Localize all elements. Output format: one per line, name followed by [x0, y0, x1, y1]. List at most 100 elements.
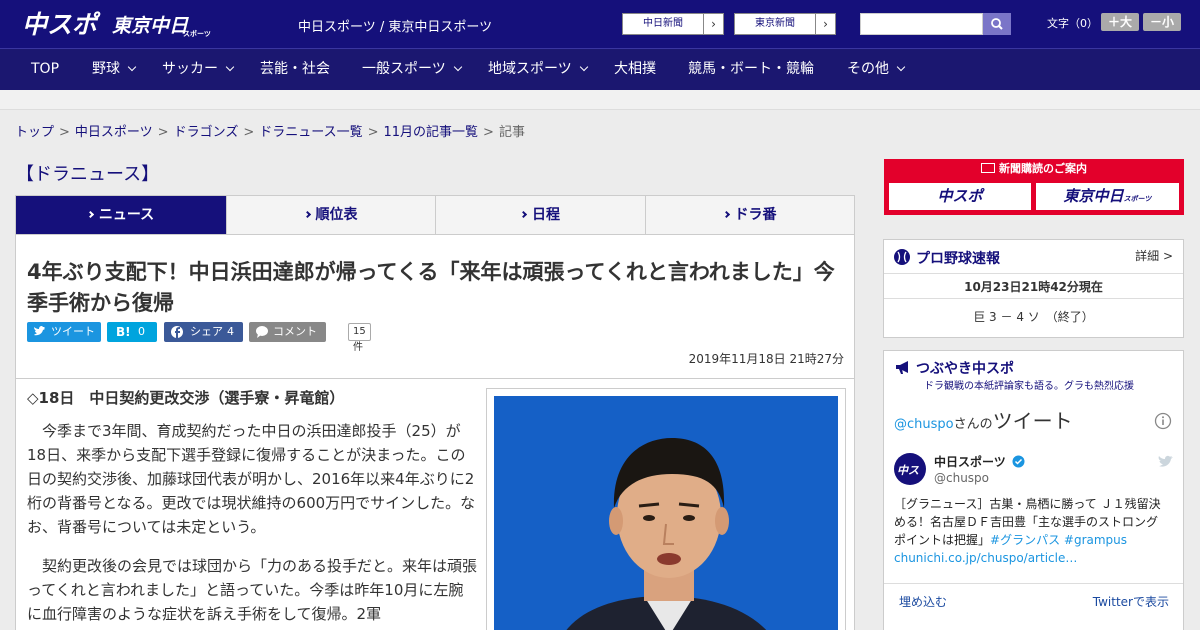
tweet-link[interactable]: chunichi.co.jp/chuspo/article… — [894, 551, 1077, 565]
subscribe-chuspo-logo[interactable]: 中スポ — [889, 183, 1031, 210]
hatena-icon: B! — [116, 325, 131, 339]
breadcrumb-separator: > — [157, 125, 169, 140]
breadcrumb-current: 記事 — [498, 125, 525, 140]
speech-bubble-icon — [256, 326, 268, 338]
chevron-down-icon — [896, 62, 906, 72]
nav-regional-sports[interactable]: 地域スポーツ — [488, 49, 588, 90]
search-icon — [991, 18, 1003, 30]
nav-soccer-label: サッカー — [162, 61, 218, 77]
article-body: 今季まで3年間、育成契約だった中日の浜田達郎投手（25）が18日、来季から支配下… — [27, 419, 477, 630]
tab-dora-ban[interactable]: ドラ番 — [646, 196, 854, 234]
tweet-author-name[interactable]: 中日スポーツ — [934, 453, 1025, 470]
avatar[interactable]: 中ス — [894, 453, 926, 485]
view-on-twitter-link[interactable]: Twitterで表示 — [1093, 593, 1169, 610]
subscribe-banner[interactable]: 新聞購読のご案内 中スポ 東京中日スポーツ — [884, 159, 1184, 215]
subscribe-title: 新聞購読のご案内 — [884, 160, 1184, 176]
breadcrumb-separator: > — [243, 125, 255, 140]
article: 4年ぶり支配下！中日浜田達郎が帰ってくる「来年は頑張ってくれと言われました」今季… — [15, 235, 855, 630]
font-smaller-button[interactable]: －小 — [1143, 13, 1181, 31]
nav-entertainment[interactable]: 芸能・社会 — [260, 49, 330, 90]
nav-other-label: その他 — [847, 61, 889, 77]
comment-button[interactable]: コメント — [249, 322, 326, 342]
tweets-header: @chuspoさんのツイート — [894, 405, 1073, 434]
tokyo-shimbun-button[interactable]: 東京新聞 › — [734, 13, 836, 35]
article-subhead: ◇18日 中日契約更改交渉（選手寮・昇竜館） — [27, 389, 345, 407]
font-larger-button[interactable]: ＋大 — [1101, 13, 1139, 31]
article-photo[interactable] — [494, 396, 838, 630]
article-headline: 4年ぶり支配下！中日浜田達郎が帰ってくる「来年は頑張ってくれと言われました」今季… — [27, 260, 835, 315]
breadcrumb-chunichi-sports[interactable]: 中日スポーツ — [75, 125, 153, 140]
verified-badge-icon — [1012, 455, 1025, 468]
twitter-widget: つぶやき中スポ ドラ観戦の本紙評論家も語る。グラも熱烈応援 @chuspoさんの… — [883, 350, 1184, 630]
nav-racing[interactable]: 競馬・ボート・競輪 — [688, 49, 814, 90]
tab-schedule[interactable]: 日程 — [436, 196, 646, 234]
info-icon[interactable] — [1154, 412, 1172, 430]
nav-baseball-label: 野球 — [92, 61, 120, 77]
tokyo-shimbun-label: 東京新聞 — [755, 18, 795, 29]
chevron-right-icon: › — [703, 14, 723, 34]
breadcrumb-separator: > — [483, 125, 494, 140]
tweet-text: ［グラニュース］古巣・鳥栖に勝って Ｊ１残留決める！名古屋ＤＦ吉田豊「主な選手の… — [894, 495, 1169, 567]
nav-soccer[interactable]: サッカー — [162, 49, 235, 90]
chunichi-shimbun-button[interactable]: 中日新聞 › — [622, 13, 724, 35]
chevron-down-icon — [579, 62, 588, 72]
comment-count[interactable]: 15件 — [348, 323, 371, 353]
baseball-update-time: 10月23日21時42分現在 — [884, 273, 1183, 299]
site-logo[interactable]: 中スポ 東京中日 スポーツ — [22, 6, 212, 42]
baseball-detail-link[interactable]: 詳細 > — [1135, 247, 1173, 264]
tweet-footer: 埋め込む Twitterで表示 — [884, 583, 1183, 619]
font-size-label: 文字（0） — [1047, 17, 1098, 30]
logo-sub-text: 東京中日 — [112, 15, 189, 37]
embed-link[interactable]: 埋め込む — [899, 593, 947, 610]
svg-text:中ス: 中ス — [897, 464, 919, 477]
facebook-share-label: シェア — [190, 325, 223, 338]
tweet[interactable]: 中ス 中日スポーツ @chuspo ［グラニュース］古巣・鳥栖に勝って Ｊ１残留… — [894, 451, 1174, 601]
breadcrumb-dora-news-list[interactable]: ドラニュース一覧 — [259, 125, 362, 140]
baseball-scores-widget: プロ野球速報 詳細 > 10月23日21時42分現在 巨 3 － 4 ソ （終了… — [883, 239, 1184, 338]
chevron-right-icon — [86, 210, 94, 219]
nav-top[interactable]: TOP — [31, 49, 59, 90]
tweet-hashtag[interactable]: #grampus — [1064, 533, 1127, 547]
nav-regional-sports-label: 地域スポーツ — [488, 61, 572, 77]
subscribe-tokyo-small: スポーツ — [1123, 195, 1152, 203]
tweets-header-san: さんの — [953, 417, 993, 432]
newspaper-icon — [981, 163, 995, 173]
chunichi-shimbun-label: 中日新聞 — [643, 18, 683, 29]
baseball-score[interactable]: 巨 3 － 4 ソ （終了） — [884, 308, 1183, 325]
search-button[interactable] — [983, 13, 1011, 35]
nav-sumo[interactable]: 大相撲 — [614, 49, 656, 90]
facebook-share-count: 4 — [227, 325, 234, 338]
tab-schedule-label: 日程 — [532, 207, 560, 223]
tweet-hashtag[interactable]: #グランパス — [990, 533, 1060, 547]
site-links[interactable]: 中日スポーツ / 東京中日スポーツ — [298, 16, 492, 35]
twitter-bird-icon[interactable] — [1158, 455, 1174, 469]
tweet-button[interactable]: ツイート — [27, 322, 101, 342]
breadcrumb-dragons[interactable]: ドラゴンズ — [174, 125, 239, 140]
tab-standings[interactable]: 順位表 — [227, 196, 436, 234]
subscribe-title-text: 新聞購読のご案内 — [999, 162, 1087, 175]
player-portrait-image — [494, 396, 838, 630]
tweets-header-handle[interactable]: @chuspo — [894, 417, 954, 432]
tab-news[interactable]: ニュース — [16, 196, 227, 234]
subscribe-tokyo-logo[interactable]: 東京中日スポーツ — [1036, 183, 1179, 210]
nav-entertainment-label: 芸能・社会 — [260, 61, 330, 77]
main-nav: TOP 野球 サッカー 芸能・社会 一般スポーツ 地域スポーツ 大相撲 競馬・ボ… — [0, 48, 1200, 90]
chevron-down-icon — [225, 62, 235, 72]
tweet-author-handle[interactable]: @chuspo — [934, 471, 989, 485]
chevron-right-icon — [303, 210, 311, 219]
nav-baseball[interactable]: 野球 — [92, 49, 137, 90]
hatena-bookmark-button[interactable]: B! 0 — [107, 322, 157, 342]
facebook-share-button[interactable]: シェア 4 — [164, 322, 243, 342]
nav-other[interactable]: その他 — [847, 49, 906, 90]
breadcrumb-november-list[interactable]: 11月の記事一覧 — [384, 125, 479, 140]
article-paragraph: 契約更改後の会見では球団から「力のある投手だと。来年は頑張ってくれと言われました… — [27, 557, 478, 623]
divider — [16, 378, 854, 379]
search-input[interactable] — [860, 13, 983, 35]
tab-standings-label: 順位表 — [315, 207, 358, 223]
breadcrumb-separator: > — [59, 125, 70, 140]
megaphone-icon — [896, 361, 908, 374]
tweet-author-name-text: 中日スポーツ — [934, 455, 1006, 469]
breadcrumb-top[interactable]: トップ — [15, 125, 54, 140]
baseball-icon — [894, 249, 910, 265]
nav-general-sports[interactable]: 一般スポーツ — [362, 49, 462, 90]
